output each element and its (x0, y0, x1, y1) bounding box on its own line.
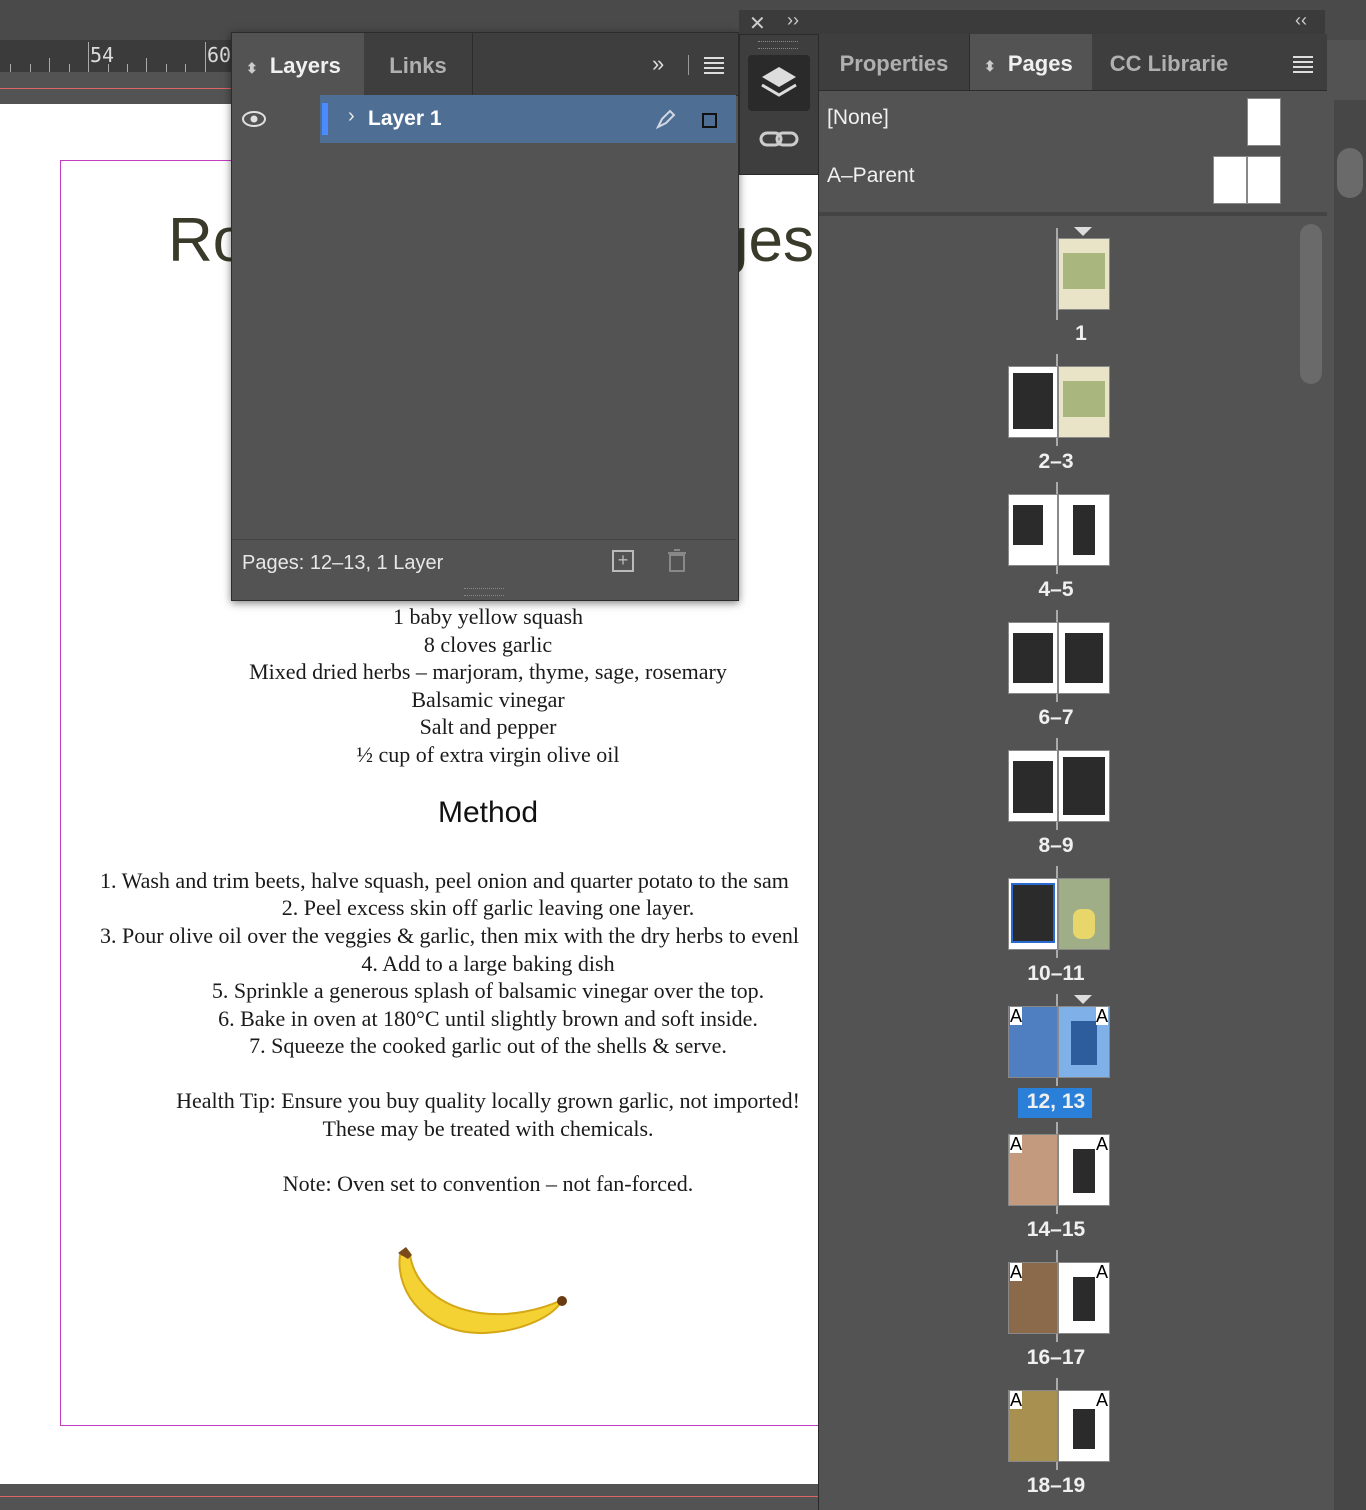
spread-label[interactable]: 18–19 (986, 1474, 1126, 1498)
spread-label[interactable]: 2–3 (986, 450, 1126, 474)
page-thumbnail[interactable] (1008, 750, 1058, 822)
method-step[interactable]: 3. Pour olive oil over the veggies & gar… (100, 923, 799, 949)
layers-icon (761, 67, 797, 97)
parent-a-badge: A (1095, 1134, 1108, 1154)
panel-menu-icon[interactable] (704, 57, 724, 74)
spread-marker-icon (1074, 995, 1092, 1004)
layer-color-swatch (322, 103, 328, 135)
parent-none-row[interactable]: [None] (819, 94, 1327, 150)
pen-icon (655, 109, 676, 130)
parent-a-badge: A (1095, 1262, 1108, 1282)
document-scrollbar-thumb[interactable] (1337, 148, 1363, 198)
parent-none-label: [None] (827, 106, 889, 129)
spread-label[interactable]: 16–17 (986, 1346, 1126, 1370)
parent-a-badge: A (1010, 1006, 1023, 1026)
banana-image[interactable] (390, 1245, 575, 1340)
page-thumbnail[interactable] (1058, 622, 1110, 694)
chevron-right-icon[interactable]: › (348, 105, 355, 128)
pages-scrollbar-thumb[interactable] (1300, 224, 1322, 384)
page-thumbnail[interactable]: A (1058, 1134, 1110, 1206)
parent-a-badge: A (1010, 1134, 1023, 1154)
new-layer-icon[interactable]: + (612, 550, 634, 572)
layers-panel[interactable]: ⬍ Layers Links » › Layer 1 Pages: 12–13,… (231, 32, 739, 601)
trash-icon[interactable] (666, 548, 688, 574)
layers-footer: Pages: 12–13, 1 Layer + (232, 539, 736, 586)
parent-thumbnail (1213, 156, 1247, 204)
parent-a-badge: A (1095, 1006, 1108, 1026)
tab-links[interactable]: Links (364, 33, 473, 95)
dock-header: ✕ ›› ‹‹ (739, 10, 1325, 36)
page-thumbnail[interactable]: A (1008, 1006, 1058, 1078)
grip-icon[interactable] (758, 41, 798, 49)
layer-row[interactable]: › Layer 1 (232, 95, 736, 143)
spread-label[interactable]: 1 (1011, 322, 1151, 346)
page-thumbnail[interactable] (1008, 494, 1058, 566)
page-thumbnail[interactable]: A (1008, 1134, 1058, 1206)
eye-icon (242, 111, 266, 127)
parent-a-label: A–Parent (827, 164, 915, 187)
page-thumbnail[interactable]: A (1058, 1390, 1110, 1462)
collapsed-panel-strip (739, 34, 819, 175)
parent-a-row[interactable]: A–Parent (819, 152, 1327, 208)
links-icon[interactable] (758, 125, 800, 153)
spread-label[interactable]: 14–15 (986, 1218, 1126, 1242)
expand-dock-icon[interactable]: ›› (787, 10, 799, 31)
parent-thumbnail (1247, 98, 1281, 146)
page-thumbnail[interactable] (1058, 750, 1110, 822)
tab-properties[interactable]: Properties (819, 34, 970, 90)
page-thumbnail[interactable] (1058, 366, 1110, 438)
tab-layers[interactable]: ⬍ Layers (232, 33, 364, 95)
visibility-toggle[interactable] (232, 95, 277, 143)
page-thumbnail[interactable]: A (1058, 1262, 1110, 1334)
spread-label[interactable]: 10–11 (986, 962, 1126, 986)
method-step[interactable]: 6. Bake in oven at 180°C until slightly … (60, 1006, 818, 1032)
close-icon[interactable]: ✕ (749, 11, 766, 36)
method-step[interactable]: 4. Add to a large baking dish (60, 951, 818, 977)
spread-marker-icon (1074, 227, 1092, 236)
health-tip[interactable]: Health Tip: Ensure you buy quality local… (60, 1088, 818, 1114)
document-scrollbar[interactable] (1334, 100, 1366, 1510)
method-step[interactable]: 2. Peel excess skin off garlic leaving o… (60, 895, 818, 921)
collapse-dock-icon[interactable]: ‹‹ (1295, 10, 1307, 31)
parent-a-badge: A (1095, 1390, 1108, 1410)
page-thumbnail[interactable]: A (1008, 1262, 1058, 1334)
spread-label[interactable]: 6–7 (986, 706, 1126, 730)
method-step[interactable]: 1. Wash and trim beets, halve squash, pe… (100, 868, 789, 894)
spread-label-selected[interactable]: 12, 13 (986, 1090, 1126, 1114)
selection-square-icon[interactable] (702, 113, 717, 128)
layers-footer-text: Pages: 12–13, 1 Layer (242, 552, 444, 574)
health-tip[interactable]: These may be treated with chemicals. (60, 1116, 818, 1142)
page-thumbnail[interactable] (1008, 366, 1058, 438)
page-thumbnail[interactable] (1008, 622, 1058, 694)
page-thumbnail[interactable]: A (1058, 1006, 1110, 1078)
page-thumbnail[interactable] (1008, 878, 1058, 950)
pages-panel-tabs: Properties ⬍ Pages CC Librarie (819, 34, 1327, 91)
spread-label[interactable]: 8–9 (986, 834, 1126, 858)
page-thumbnail[interactable] (1058, 494, 1110, 566)
parent-a-badge: A (1010, 1262, 1023, 1282)
panel-menu-icon[interactable] (1293, 56, 1313, 73)
page-thumbnail[interactable] (1058, 878, 1110, 950)
oven-note[interactable]: Note: Oven set to convention – not fan-f… (60, 1171, 818, 1197)
method-step[interactable]: 7. Squeeze the cooked garlic out of the … (60, 1033, 818, 1059)
lock-toggle[interactable] (276, 95, 320, 143)
parent-a-badge: A (1010, 1390, 1023, 1410)
page-thumbnail[interactable]: A (1008, 1390, 1058, 1462)
layers-panel-tabs: ⬍ Layers Links » (232, 33, 738, 96)
tab-pages[interactable]: ⬍ Pages (970, 34, 1092, 90)
layer-name[interactable]: Layer 1 (368, 107, 442, 131)
tab-reorder-icon: ⬍ (984, 58, 996, 74)
method-step[interactable]: 5. Sprinkle a generous splash of balsami… (60, 978, 818, 1004)
page-thumbnail[interactable] (1058, 238, 1110, 310)
tab-cc-libraries[interactable]: CC Librarie (1093, 34, 1245, 90)
spread-label[interactable]: 4–5 (986, 578, 1126, 602)
parent-thumbnail (1247, 156, 1281, 204)
expand-icon[interactable]: » (652, 51, 664, 77)
layers-strip-button[interactable] (748, 55, 810, 111)
tab-reorder-icon: ⬍ (246, 60, 258, 76)
resize-grip-icon[interactable] (464, 588, 504, 596)
